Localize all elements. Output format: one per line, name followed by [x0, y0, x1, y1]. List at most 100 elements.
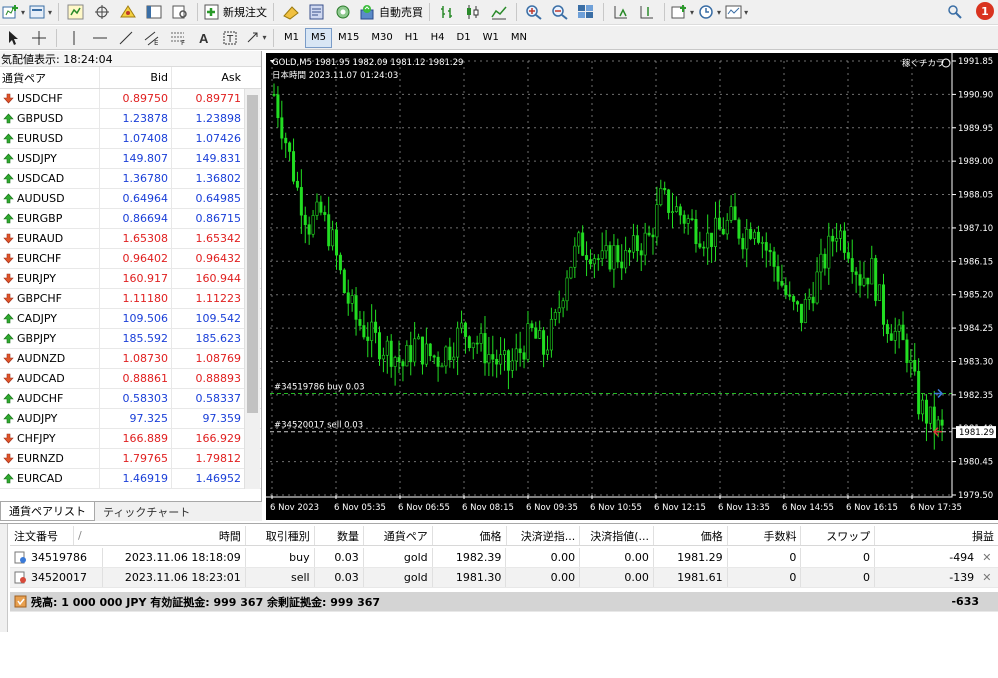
bid-cell: 0.96402: [100, 249, 172, 268]
order-row[interactable]: 34520017 2023.11.06 18:23:01 sell 0.03 gold 1…: [10, 568, 998, 588]
timeframe-w1-button[interactable]: W1: [477, 28, 505, 48]
line-chart-icon[interactable]: [488, 1, 510, 23]
data-window-icon[interactable]: [91, 1, 113, 23]
market-watch-row[interactable]: EURCHF 0.96402 0.96432: [0, 249, 261, 269]
col-sort-mark[interactable]: /: [74, 526, 104, 545]
col-profit[interactable]: 損益: [875, 526, 998, 545]
market-watch-row[interactable]: EURAUD 1.65308 1.65342: [0, 229, 261, 249]
col-price[interactable]: 価格: [433, 526, 507, 545]
chart-canvas[interactable]: #34519786 buy 0.03 #34520017 sell 0.03 G…: [266, 53, 998, 520]
cursor-icon[interactable]: [2, 27, 24, 49]
market-watch-row[interactable]: AUDCAD 0.88861 0.88893: [0, 369, 261, 389]
search-icon[interactable]: [944, 1, 966, 23]
tab-symbols[interactable]: 通貨ペアリスト: [0, 502, 95, 521]
arrows-icon[interactable]: ▾: [245, 27, 267, 49]
timeframe-m5-button[interactable]: M5: [305, 27, 332, 48]
col-take-profit[interactable]: 決済指値(...: [580, 526, 654, 545]
market-watch-row[interactable]: USDJPY 149.807 149.831: [0, 149, 261, 169]
market-watch-row[interactable]: AUDNZD 1.08730 1.08769: [0, 349, 261, 369]
col-type[interactable]: 取引種別: [246, 526, 315, 545]
periodicity-icon[interactable]: ▾: [698, 1, 721, 23]
timeframe-m1-button[interactable]: M1: [278, 28, 305, 48]
col-swap[interactable]: スワップ: [801, 526, 876, 545]
col-current-price[interactable]: 価格: [654, 526, 728, 545]
symbol-cell: USDJPY: [0, 149, 100, 168]
chart-shift-icon[interactable]: [636, 1, 658, 23]
trendline-icon[interactable]: [115, 27, 137, 49]
market-watch-row[interactable]: EURNZD 1.79765 1.79812: [0, 449, 261, 469]
stop-loss-cell[interactable]: 0.00: [506, 548, 581, 567]
timeframe-mn-button[interactable]: MN: [505, 28, 533, 48]
crosshair-icon[interactable]: [28, 27, 50, 49]
auto-trading-button[interactable]: 自動売買: [358, 1, 423, 23]
col-commission[interactable]: 手数料: [728, 526, 802, 545]
col-symbol[interactable]: 通貨ペア: [364, 526, 433, 545]
market-watch-row[interactable]: GBPUSD 1.23878 1.23898: [0, 109, 261, 129]
timeframe-h4-button[interactable]: H4: [425, 28, 451, 48]
scrollbar-thumb[interactable]: [247, 95, 258, 413]
market-watch-row[interactable]: GBPJPY 185.592 185.623: [0, 329, 261, 349]
market-icon[interactable]: [332, 1, 354, 23]
buy-order-marker: [934, 388, 944, 398]
col-ticket[interactable]: 注文番号: [10, 526, 74, 545]
market-watch-row[interactable]: USDCAD 1.36780 1.36802: [0, 169, 261, 189]
equidistant-channel-icon[interactable]: E: [141, 27, 163, 49]
symbol-cell: AUDCHF: [0, 389, 100, 408]
candle-body: [510, 360, 514, 371]
profiles-button[interactable]: ▾: [29, 1, 52, 23]
vertical-line-icon[interactable]: [63, 27, 85, 49]
candlestick-icon[interactable]: [462, 1, 484, 23]
market-watch-row[interactable]: EURCAD 1.46919 1.46952: [0, 469, 261, 489]
market-watch-row[interactable]: CADJPY 109.506 109.542: [0, 309, 261, 329]
symbol-column-header[interactable]: 通貨ペア: [0, 67, 100, 88]
tile-windows-icon[interactable]: [575, 1, 597, 23]
market-watch-row[interactable]: AUDUSD 0.64964 0.64985: [0, 189, 261, 209]
new-order-button[interactable]: 新規注文: [204, 1, 267, 23]
market-watch-row[interactable]: CHFJPY 166.889 166.929: [0, 429, 261, 449]
metaeditor-icon[interactable]: [306, 1, 328, 23]
bar-chart-icon[interactable]: [436, 1, 458, 23]
tab-tick-chart[interactable]: ティックチャート: [95, 502, 198, 521]
market-watch-row[interactable]: EURJPY 160.917 160.944: [0, 269, 261, 289]
order-row[interactable]: 34519786 2023.11.06 18:18:09 buy 0.03 gold 19…: [10, 548, 998, 568]
terminal-icon[interactable]: [143, 1, 165, 23]
navigator-icon[interactable]: [117, 1, 139, 23]
candle-body: [866, 277, 870, 285]
zoom-out-icon[interactable]: [549, 1, 571, 23]
market-watch-row[interactable]: EURGBP 0.86694 0.86715: [0, 209, 261, 229]
market-watch-row[interactable]: EURUSD 1.07408 1.07426: [0, 129, 261, 149]
close-order-icon[interactable]: ✕: [978, 548, 998, 567]
market-watch-row[interactable]: USDCHF 0.89750 0.89771: [0, 89, 261, 109]
market-watch-toggle-icon[interactable]: [65, 1, 87, 23]
timeframe-h1-button[interactable]: H1: [399, 28, 425, 48]
notification-badge[interactable]: 1: [976, 2, 994, 20]
text-icon[interactable]: A: [193, 27, 215, 49]
take-profit-cell[interactable]: 0.00: [580, 548, 654, 567]
price-chart[interactable]: #34519786 buy 0.03 #34520017 sell 0.03 G…: [266, 53, 998, 520]
text-label-icon[interactable]: T: [219, 27, 241, 49]
ask-column-header[interactable]: Ask: [172, 67, 244, 88]
strategy-tester-icon[interactable]: [169, 1, 191, 23]
signals-icon[interactable]: [280, 1, 302, 23]
templates-icon[interactable]: ▾: [725, 1, 748, 23]
timeframe-d1-button[interactable]: D1: [451, 28, 477, 48]
bid-column-header[interactable]: Bid: [100, 67, 172, 88]
market-watch-row[interactable]: GBPCHF 1.11180 1.11223: [0, 289, 261, 309]
col-time[interactable]: 時間: [104, 526, 246, 545]
take-profit-cell[interactable]: 0.00: [580, 568, 654, 587]
zoom-in-icon[interactable]: [523, 1, 545, 23]
col-stop-loss[interactable]: 決済逆指...: [507, 526, 581, 545]
timeframe-m15-button[interactable]: M15: [332, 28, 365, 48]
timeframe-m30-button[interactable]: M30: [365, 28, 398, 48]
market-watch-row[interactable]: AUDCHF 0.58303 0.58337: [0, 389, 261, 409]
stop-loss-cell[interactable]: 0.00: [506, 568, 581, 587]
close-order-icon[interactable]: ✕: [978, 568, 998, 587]
indicators-icon[interactable]: ▾: [671, 1, 694, 23]
col-volume[interactable]: 数量: [315, 526, 364, 545]
horizontal-line-icon[interactable]: [89, 27, 111, 49]
autoscroll-icon[interactable]: [610, 1, 632, 23]
market-watch-row[interactable]: AUDJPY 97.325 97.359: [0, 409, 261, 429]
market-watch-scrollbar[interactable]: [244, 89, 260, 489]
fibonacci-icon[interactable]: F: [167, 27, 189, 49]
new-chart-button[interactable]: ▾: [2, 1, 25, 23]
